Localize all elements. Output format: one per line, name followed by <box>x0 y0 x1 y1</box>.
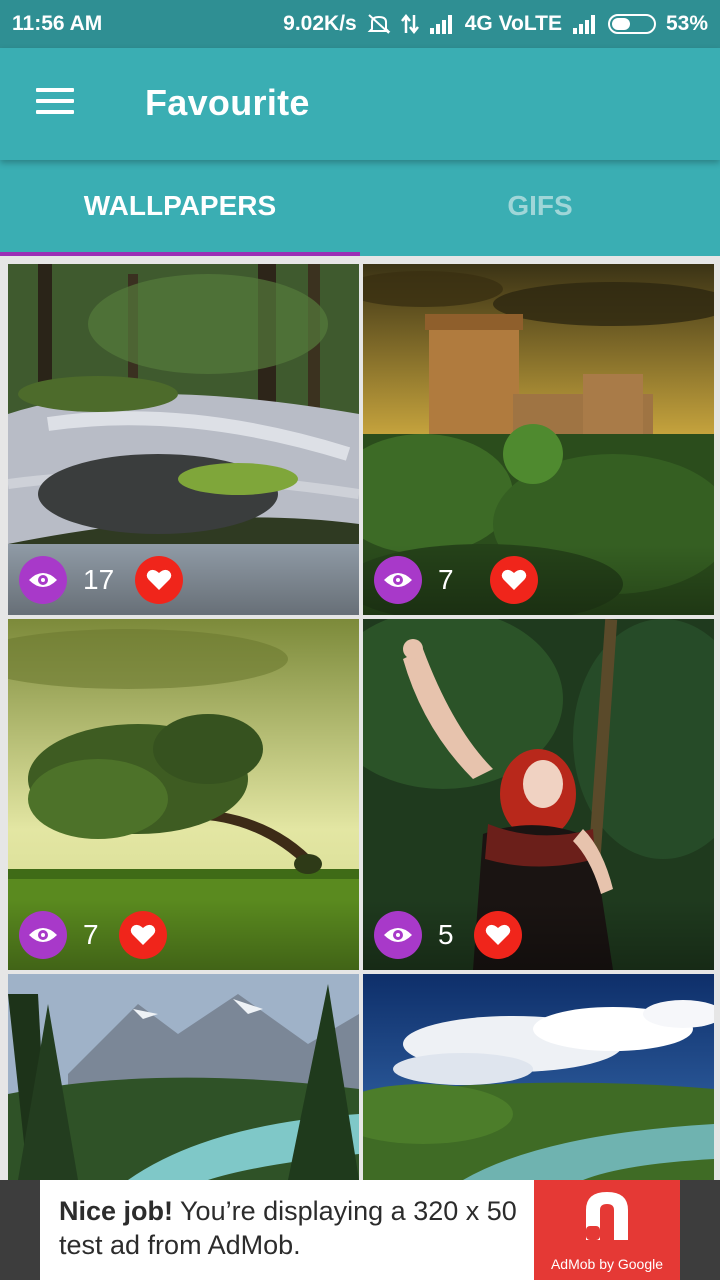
network-speed: 9.02K/s <box>283 12 357 35</box>
wallpaper-image <box>8 974 359 1180</box>
network-type: 4G VoLTE <box>464 12 562 35</box>
wallpaper-card[interactable] <box>8 974 359 1180</box>
tab-gifs[interactable]: GIFS <box>360 160 720 256</box>
heart-icon[interactable] <box>474 911 522 959</box>
tab-wallpapers[interactable]: WALLPAPERS <box>0 160 360 256</box>
admob-icon <box>586 1192 628 1240</box>
card-actions: 5 <box>363 900 714 970</box>
tab-bar: WALLPAPERS GIFS <box>0 160 720 256</box>
battery-level: 53% <box>665 12 708 35</box>
view-count: 7 <box>83 919 99 950</box>
tab-label: WALLPAPERS <box>83 190 277 221</box>
view-count: 5 <box>438 919 454 950</box>
eye-icon <box>19 911 67 959</box>
page-title: Favourite <box>145 82 310 123</box>
signal-icon <box>572 14 598 34</box>
card-actions: 7 <box>8 900 359 970</box>
ad-text: Nice job! You’re displaying a 320 x 50 t… <box>59 1194 529 1262</box>
ad-headline: Nice job! <box>59 1196 174 1226</box>
wallpaper-card[interactable] <box>363 974 714 1180</box>
wallpaper-card[interactable]: 5 <box>363 619 714 970</box>
eye-icon <box>374 911 422 959</box>
app-bar: Favourite <box>0 48 720 160</box>
ad-container: Nice job! You’re displaying a 320 x 50 t… <box>0 1180 720 1280</box>
eye-icon <box>19 556 67 604</box>
ad-banner[interactable]: Nice job! You’re displaying a 320 x 50 t… <box>40 1180 680 1280</box>
wallpaper-card[interactable]: 17 <box>8 264 359 615</box>
wallpaper-card[interactable]: 7 <box>8 619 359 970</box>
status-time: 11:56 AM <box>12 12 103 35</box>
card-actions: 17 <box>8 545 359 615</box>
wallpaper-image <box>363 974 714 1180</box>
view-count: 17 <box>83 564 115 595</box>
battery-icon <box>607 14 656 34</box>
card-actions: 7 <box>363 545 714 615</box>
menu-icon[interactable] <box>36 88 76 118</box>
eye-icon <box>374 556 422 604</box>
signal-icon <box>429 14 455 34</box>
ad-logo-caption: AdMob by Google <box>550 1256 664 1272</box>
data-transfer-icon <box>400 13 419 35</box>
mute-icon <box>367 13 391 35</box>
heart-icon[interactable] <box>135 556 183 604</box>
view-count: 7 <box>438 564 454 595</box>
heart-icon[interactable] <box>490 556 538 604</box>
tab-label: GIFS <box>507 190 573 221</box>
status-indicators: 9.02K/s 4G VoLTE 53% <box>283 12 708 36</box>
heart-icon[interactable] <box>119 911 167 959</box>
admob-logo: AdMob by Google <box>534 1180 680 1280</box>
wallpaper-grid: 17 7 7 5 <box>0 256 720 1180</box>
wallpaper-card[interactable]: 7 <box>363 264 714 615</box>
status-bar: 11:56 AM 9.02K/s 4G VoLTE 53% <box>0 0 720 48</box>
